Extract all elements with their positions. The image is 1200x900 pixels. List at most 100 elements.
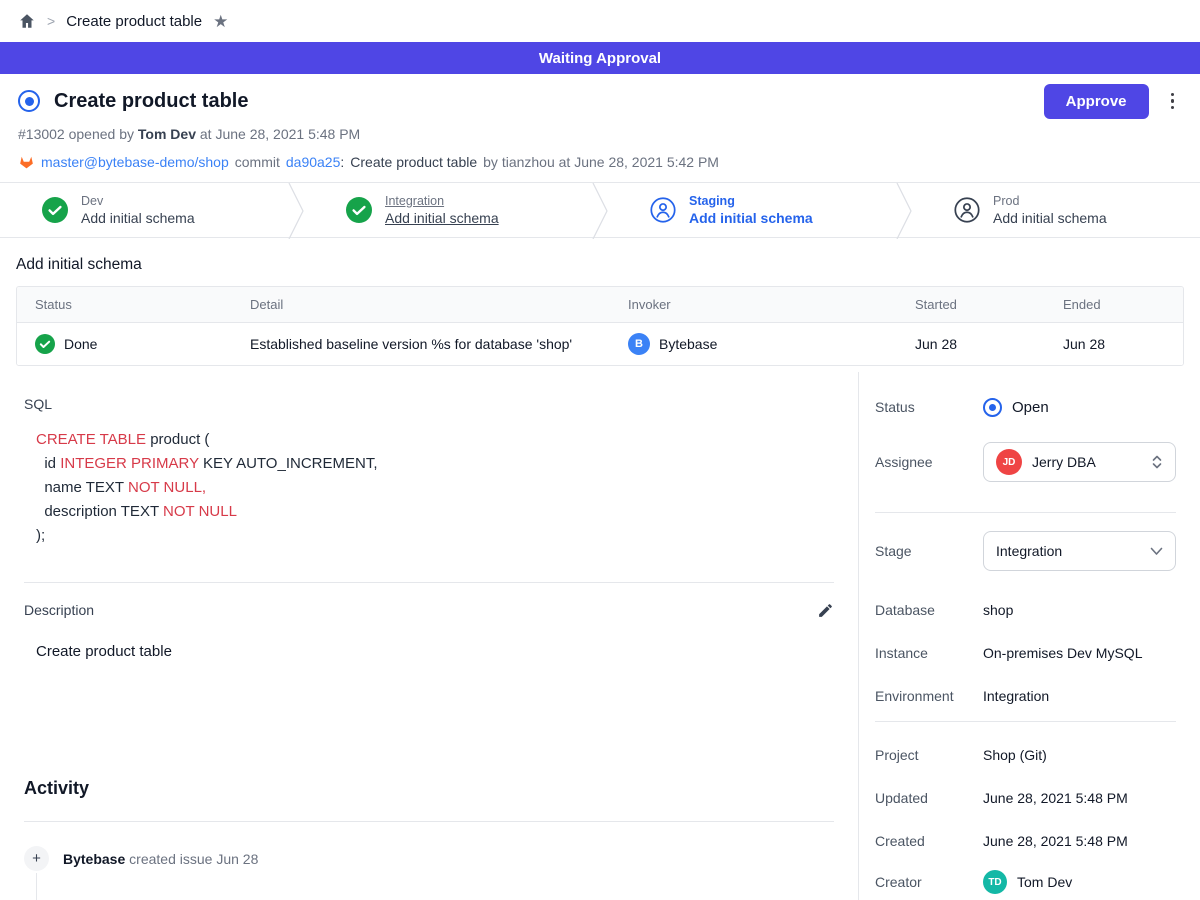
task-detail: Established baseline version %s for data… [250, 336, 628, 352]
activity-title: Activity [24, 778, 834, 799]
assignee-select[interactable]: JD Jerry DBA [983, 442, 1176, 482]
stage-integration[interactable]: IntegrationAdd initial schema [304, 183, 592, 237]
vcs-commit-message: Create product table [350, 154, 477, 170]
creator-label: Creator [875, 874, 983, 890]
database-label: Database [875, 602, 983, 618]
issue-meta-openedby: opened by [65, 126, 138, 142]
issue-header: Create product table Approve #13002 open… [0, 74, 1200, 182]
divider [24, 582, 834, 583]
task-table-row: Done Established baseline version %s for… [17, 323, 1183, 365]
created-value: June 28, 2021 5:48 PM [983, 833, 1128, 849]
task-invoker: Bytebase [659, 336, 717, 352]
stage-done-check-icon [346, 197, 372, 223]
status-label: Status [875, 399, 983, 415]
updated-value: June 28, 2021 5:48 PM [983, 790, 1128, 806]
environment-label: Environment [875, 688, 983, 704]
col-started: Started [915, 297, 1063, 312]
task-table: Status Detail Invoker Started Ended Done… [16, 286, 1184, 366]
plus-icon: + [24, 846, 49, 871]
vcs-branch-repo-link[interactable]: master@bytebase-demo/shop [41, 154, 229, 170]
updated-label: Updated [875, 790, 983, 806]
issue-open-time: at June 28, 2021 5:48 PM [196, 126, 360, 142]
task-ended: Jun 28 [1063, 336, 1183, 352]
stage-task-label: Add initial schema [81, 209, 195, 227]
stage-prod[interactable]: ProdAdd initial schema [912, 183, 1200, 237]
col-ended: Ended [1063, 297, 1183, 312]
stage-task-label: Add initial schema [689, 209, 813, 227]
divider [24, 821, 834, 822]
stage-label: Stage [875, 543, 983, 559]
stage-dev[interactable]: DevAdd initial schema [0, 183, 288, 237]
issue-id: #13002 [18, 126, 65, 142]
task-section: Add initial schema Status Detail Invoker… [0, 238, 1200, 372]
created-label: Created [875, 833, 983, 849]
stage-pending-person-icon [650, 197, 676, 223]
creator-avatar: TD [983, 870, 1007, 894]
assignee-label: Assignee [875, 454, 983, 470]
stage-separator-chevron [288, 183, 304, 239]
stage-value: Integration [996, 543, 1140, 559]
approval-banner-text: Waiting Approval [539, 50, 661, 67]
bookmark-star-icon[interactable]: ★ [213, 13, 228, 30]
pipeline-stage-bar: DevAdd initial schema IntegrationAdd ini… [0, 182, 1200, 238]
status-open-icon [983, 398, 1002, 417]
stage-separator-chevron [896, 183, 912, 239]
vcs-colon: : [340, 154, 344, 170]
approval-banner: Waiting Approval [0, 42, 1200, 74]
col-detail: Detail [250, 297, 628, 312]
breadcrumb-current-page: Create product table [66, 13, 202, 30]
sql-section-label: SQL [24, 396, 834, 412]
assignee-avatar: JD [996, 449, 1022, 475]
instance-label: Instance [875, 645, 983, 661]
environment-value: Integration [983, 688, 1049, 704]
col-invoker: Invoker [628, 297, 915, 312]
vcs-commit-hash-link[interactable]: da90a25 [286, 154, 341, 170]
divider [875, 721, 1176, 722]
vcs-commit-word: commit [235, 154, 280, 170]
task-done-check-icon [35, 334, 55, 354]
more-actions-icon[interactable] [1163, 89, 1183, 114]
breadcrumb: > Create product table ★ [0, 0, 1200, 42]
task-table-header: Status Detail Invoker Started Ended [17, 287, 1183, 323]
issue-title: Create product table [54, 90, 248, 113]
stage-env-label: Integration [385, 193, 499, 209]
status-value: Open [1012, 399, 1049, 416]
divider [875, 512, 1176, 513]
timeline-connector [36, 873, 37, 900]
select-down-chevron-icon [1150, 547, 1163, 556]
stage-select[interactable]: Integration [983, 531, 1176, 571]
breadcrumb-separator-icon: > [47, 13, 55, 29]
task-started: Jun 28 [915, 336, 1063, 352]
activity-timeline: + Bytebase created issue Jun 28 [24, 846, 834, 900]
issue-author: Tom Dev [138, 126, 196, 142]
activity-date: Jun 28 [216, 851, 258, 867]
instance-value: On-premises Dev MySQL [983, 645, 1142, 661]
invoker-avatar: B [628, 333, 650, 355]
stage-env-label: Prod [993, 193, 1107, 209]
project-value: Shop (Git) [983, 747, 1047, 763]
home-icon[interactable] [18, 12, 36, 30]
activity-action: created issue [125, 851, 216, 867]
col-status: Status [17, 297, 250, 312]
description-text: Create product table [36, 643, 834, 660]
stage-task-label: Add initial schema [993, 209, 1107, 227]
description-label: Description [24, 602, 94, 618]
approve-button[interactable]: Approve [1044, 84, 1149, 119]
stage-task-label: Add initial schema [385, 209, 499, 227]
assignee-value: Jerry DBA [1032, 454, 1141, 470]
sql-statement: CREATE TABLE product ( id INTEGER PRIMAR… [24, 428, 834, 548]
edit-description-pencil-icon[interactable] [817, 602, 834, 619]
stage-separator-chevron [592, 183, 608, 239]
issue-sidebar: Status Open Assignee JD Jerry DBA Stage … [858, 372, 1200, 900]
issue-meta: #13002 opened by Tom Dev at June 28, 202… [18, 126, 1182, 146]
stage-env-label: Dev [81, 193, 195, 209]
issue-main-panel: SQL CREATE TABLE product ( id INTEGER PR… [0, 372, 858, 900]
task-status: Done [64, 336, 97, 352]
stage-staging[interactable]: StagingAdd initial schema [608, 183, 896, 237]
stage-done-check-icon [42, 197, 68, 223]
activity-actor: Bytebase [63, 851, 125, 867]
project-label: Project [875, 747, 983, 763]
stage-pending-person-icon [954, 197, 980, 223]
creator-value: Tom Dev [1017, 874, 1072, 890]
activity-item: + Bytebase created issue Jun 28 [24, 846, 834, 871]
